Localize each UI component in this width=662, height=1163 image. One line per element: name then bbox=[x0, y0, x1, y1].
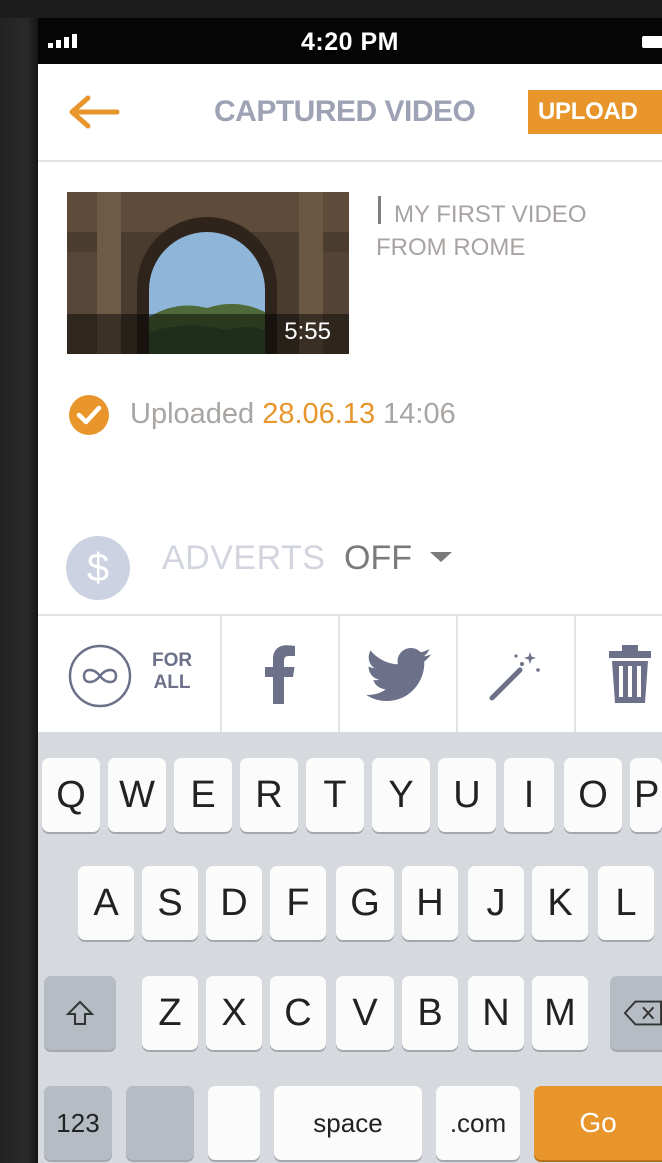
magic-wand-button[interactable] bbox=[458, 616, 576, 734]
for-all-line1: FOR bbox=[152, 650, 193, 671]
upload-date: 28.06.13 bbox=[262, 398, 376, 430]
key-b[interactable]: B bbox=[402, 976, 458, 1050]
key-m[interactable]: M bbox=[532, 976, 588, 1050]
onscreen-keyboard: Q W E R T Y U I O P A S D F G H J K L Z … bbox=[38, 732, 662, 1163]
for-all-button[interactable]: FOR ALL bbox=[38, 616, 222, 734]
share-toolbar: FOR ALL bbox=[38, 614, 662, 734]
facebook-icon bbox=[265, 645, 295, 704]
space-key[interactable]: space bbox=[274, 1086, 422, 1160]
upload-status-label: Uploaded bbox=[130, 398, 255, 430]
key-h[interactable]: H bbox=[402, 866, 458, 940]
key-u[interactable]: U bbox=[438, 758, 496, 832]
key-n[interactable]: N bbox=[468, 976, 524, 1050]
facebook-share-button[interactable] bbox=[222, 616, 340, 734]
chevron-down-icon[interactable] bbox=[430, 552, 452, 562]
battery-icon bbox=[642, 36, 662, 48]
twitter-icon bbox=[366, 648, 431, 701]
key-k[interactable]: K bbox=[532, 866, 588, 940]
video-caption-field[interactable]: MY FIRST VIDEO FROM ROME bbox=[376, 198, 656, 264]
key-a[interactable]: A bbox=[78, 866, 134, 940]
adverts-dropdown[interactable]: OFF bbox=[344, 539, 412, 578]
backspace-icon bbox=[624, 1000, 662, 1026]
shift-arrow-icon bbox=[66, 1000, 94, 1025]
key-e[interactable]: E bbox=[174, 758, 232, 832]
upload-time: 14:06 bbox=[383, 398, 456, 430]
key-v[interactable]: V bbox=[336, 976, 394, 1050]
globe-key[interactable] bbox=[126, 1086, 194, 1160]
key-g[interactable]: G bbox=[336, 866, 394, 940]
key-f[interactable]: F bbox=[270, 866, 326, 940]
status-bar: 4:20 PM bbox=[38, 18, 662, 64]
key-z[interactable]: Z bbox=[142, 976, 198, 1050]
for-all-icon bbox=[68, 644, 132, 708]
header-bar: CAPTURED VIDEO UPLOAD bbox=[38, 64, 662, 162]
key-t[interactable]: T bbox=[306, 758, 364, 832]
key-r[interactable]: R bbox=[240, 758, 298, 832]
device-frame-left bbox=[0, 0, 38, 1163]
upload-status: Uploaded 28.06.13 14:06 bbox=[130, 398, 456, 431]
key-d[interactable]: D bbox=[206, 866, 262, 940]
trash-icon bbox=[609, 645, 651, 703]
key-j[interactable]: J bbox=[468, 866, 524, 940]
for-all-label: FOR ALL bbox=[152, 650, 192, 694]
dollar-icon: $ bbox=[66, 536, 130, 600]
dotcom-key[interactable]: .com bbox=[436, 1086, 520, 1160]
key-p[interactable]: P bbox=[630, 758, 662, 832]
upload-button[interactable]: UPLOAD bbox=[528, 90, 662, 134]
for-all-line2: ALL bbox=[153, 672, 191, 693]
key-o[interactable]: O bbox=[564, 758, 622, 832]
blank-key[interactable] bbox=[208, 1086, 260, 1160]
check-circle-icon bbox=[69, 395, 109, 435]
device-frame-top bbox=[0, 0, 662, 18]
video-duration: 5:55 bbox=[284, 318, 331, 345]
key-y[interactable]: Y bbox=[372, 758, 430, 832]
key-l[interactable]: L bbox=[598, 866, 654, 940]
status-time: 4:20 PM bbox=[301, 28, 399, 56]
backspace-key[interactable] bbox=[610, 976, 662, 1050]
phone-screen: 4:20 PM CAPTURED VIDEO UPLOAD 5:55 MY FI… bbox=[38, 18, 662, 1163]
twitter-share-button[interactable] bbox=[340, 616, 458, 734]
key-w[interactable]: W bbox=[108, 758, 166, 832]
key-x[interactable]: X bbox=[206, 976, 262, 1050]
key-s[interactable]: S bbox=[142, 866, 198, 940]
magic-wand-icon bbox=[489, 652, 540, 701]
numbers-key[interactable]: 123 bbox=[44, 1086, 112, 1160]
delete-button[interactable] bbox=[576, 616, 662, 734]
back-arrow-icon[interactable] bbox=[64, 92, 120, 132]
shift-key[interactable] bbox=[44, 976, 116, 1050]
video-thumbnail[interactable]: 5:55 bbox=[67, 192, 349, 354]
key-q[interactable]: Q bbox=[42, 758, 100, 832]
go-key[interactable]: Go bbox=[534, 1086, 662, 1160]
adverts-label: ADVERTS bbox=[162, 539, 326, 577]
key-i[interactable]: I bbox=[504, 758, 554, 832]
key-c[interactable]: C bbox=[270, 976, 326, 1050]
page-title: CAPTURED VIDEO bbox=[214, 95, 476, 128]
